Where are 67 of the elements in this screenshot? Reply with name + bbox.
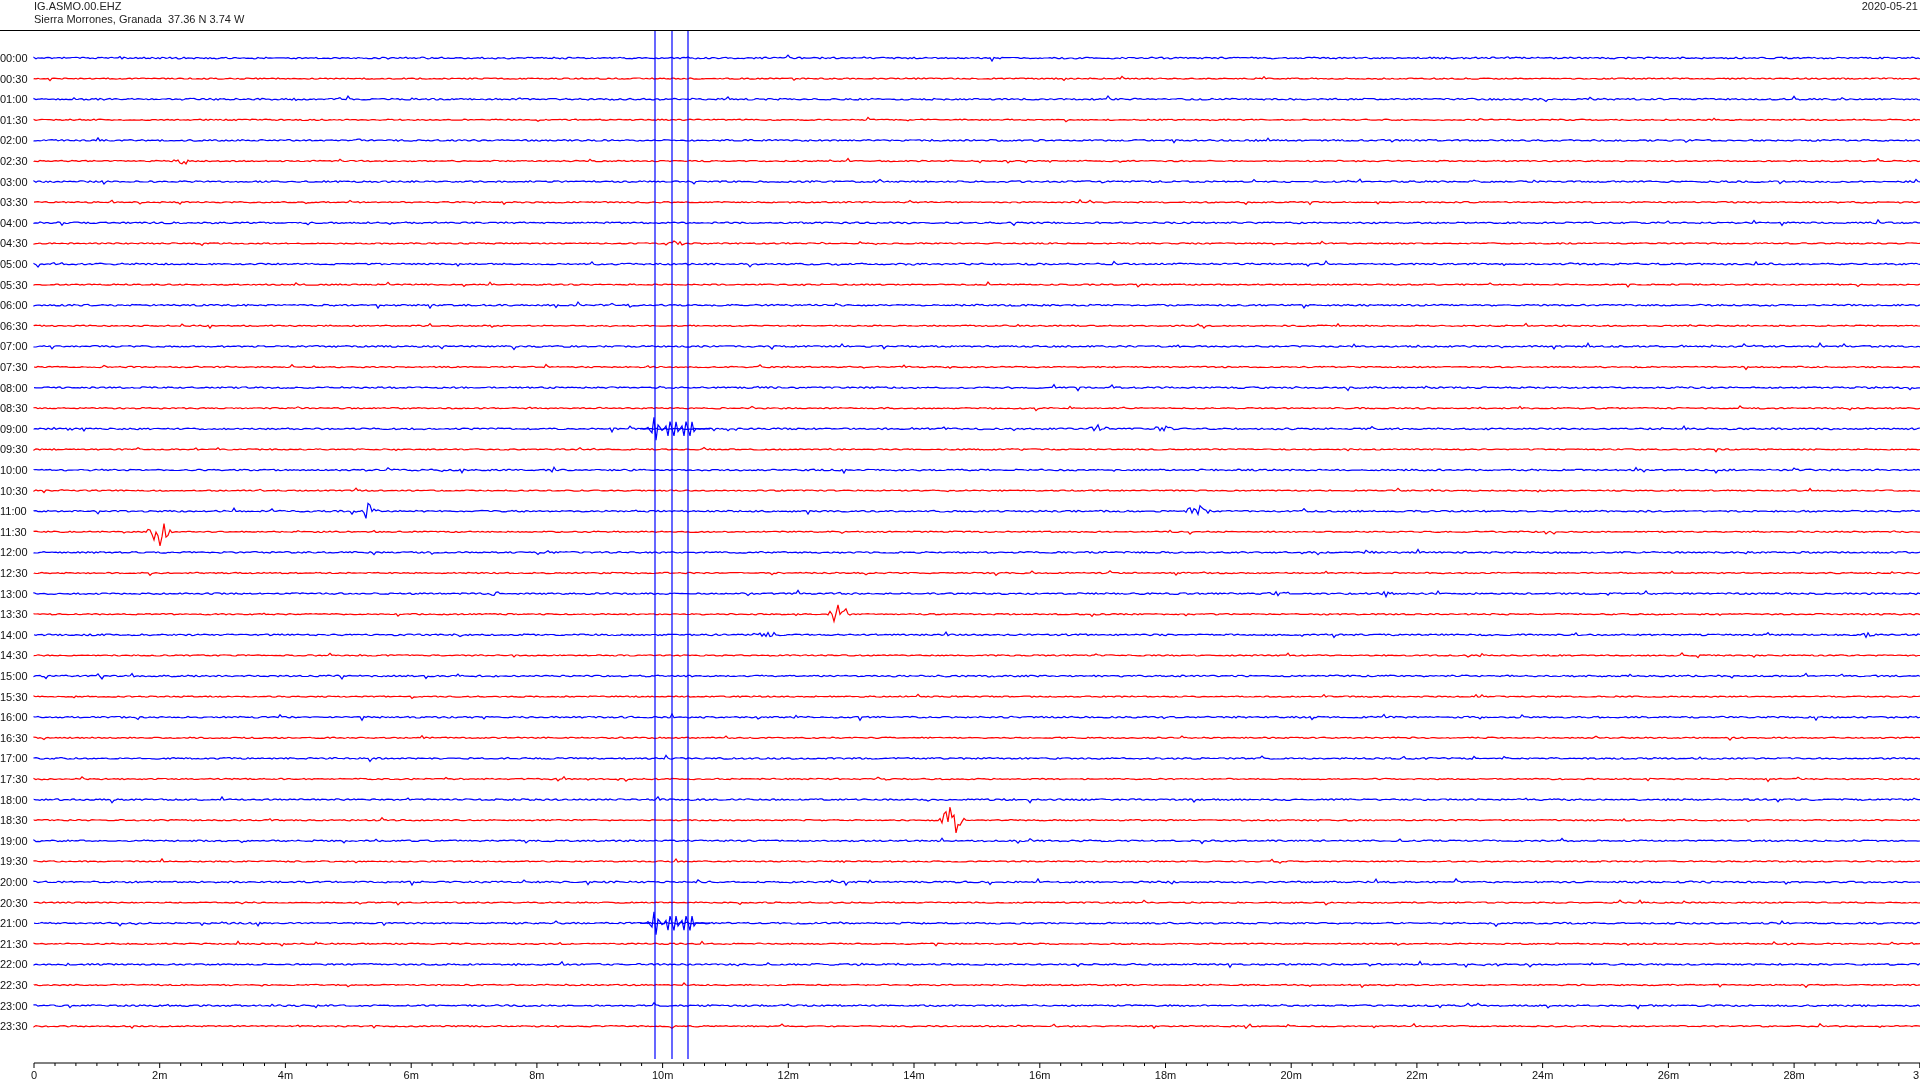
axis-tick-label: 0 — [30, 1069, 38, 1080]
time-label: 08:00 — [0, 381, 28, 394]
time-label: 01:30 — [0, 113, 28, 126]
axis-tick-label: 26m — [1657, 1069, 1680, 1080]
time-label: 23:30 — [0, 1020, 28, 1033]
axis-tick-label: 22m — [1406, 1069, 1428, 1080]
time-label: 10:00 — [0, 464, 28, 476]
time-label: 18:00 — [0, 793, 28, 806]
axis-tick-label: 3 — [1913, 1069, 1920, 1080]
axis-tick-label: 24m — [1531, 1069, 1554, 1080]
time-label: 16:30 — [0, 731, 28, 744]
time-label: 06:30 — [0, 319, 28, 332]
time-label: 22:30 — [0, 979, 28, 991]
time-label: 19:00 — [0, 834, 28, 847]
time-label: 07:00 — [0, 340, 28, 353]
time-label: 07:30 — [0, 361, 28, 373]
time-label: 00:00 — [0, 52, 28, 64]
axis-tick-label: 2m — [152, 1069, 168, 1080]
time-label: 12:00 — [0, 546, 28, 559]
axis-tick-label: 28m — [1783, 1069, 1805, 1080]
time-label: 21:00 — [0, 917, 28, 930]
time-label: 04:30 — [0, 237, 28, 250]
time-label: 16:00 — [0, 711, 28, 724]
time-label: 11:00 — [0, 505, 27, 518]
time-label: 03:30 — [0, 196, 28, 209]
time-label: 23:00 — [0, 999, 28, 1012]
time-label: 21:30 — [0, 937, 28, 950]
time-label: 09:00 — [0, 422, 28, 435]
record-date: 2020-05-21 — [1861, 0, 1918, 12]
time-label: 20:00 — [0, 876, 28, 888]
axis-tick-label: 14m — [903, 1069, 925, 1080]
time-label: 14:00 — [0, 628, 28, 641]
axis-tick-label: 10m — [651, 1069, 674, 1080]
time-label: 02:30 — [0, 155, 28, 167]
time-label: 18:30 — [0, 814, 28, 827]
time-label: 05:30 — [0, 278, 28, 291]
time-label: 11:30 — [0, 525, 27, 538]
time-label: 20:30 — [0, 896, 28, 909]
axis-tick-label: 4m — [277, 1069, 294, 1080]
time-label: 04:00 — [0, 216, 28, 229]
time-label: 12:30 — [0, 567, 28, 579]
time-label: 00:30 — [0, 72, 28, 85]
time-label: 01:00 — [0, 93, 28, 106]
time-label: 17:00 — [0, 752, 28, 765]
time-label: 14:30 — [0, 649, 28, 662]
time-label: 19:30 — [0, 855, 28, 868]
time-label: 13:00 — [0, 587, 28, 600]
station-code: IG.ASMO.00.EHZ — [34, 0, 123, 13]
axis-tick-label: 8m — [529, 1069, 545, 1080]
time-label: 08:30 — [0, 402, 28, 415]
time-label: 13:30 — [0, 608, 28, 621]
time-label: 15:30 — [0, 690, 28, 703]
time-label: 22:00 — [0, 958, 28, 971]
time-label: 03:00 — [0, 175, 28, 188]
axis-tick-label: 20m — [1280, 1069, 1302, 1080]
time-label: 09:30 — [0, 443, 28, 456]
time-label: 02:00 — [0, 134, 28, 147]
axis-tick-label: 18m — [1154, 1069, 1177, 1080]
time-label: 10:30 — [0, 484, 28, 497]
axis-tick-label: 6m — [403, 1069, 419, 1080]
station-location: Sierra Morrones, Granada 37.36 N 3.74 W — [34, 13, 245, 26]
time-label: 05:00 — [0, 258, 28, 270]
time-label: 17:30 — [0, 773, 28, 785]
time-label: 06:00 — [0, 299, 28, 312]
axis-tick-label: 12m — [777, 1069, 799, 1080]
axis-tick-label: 16m — [1029, 1069, 1051, 1080]
time-label: 15:00 — [0, 670, 28, 682]
